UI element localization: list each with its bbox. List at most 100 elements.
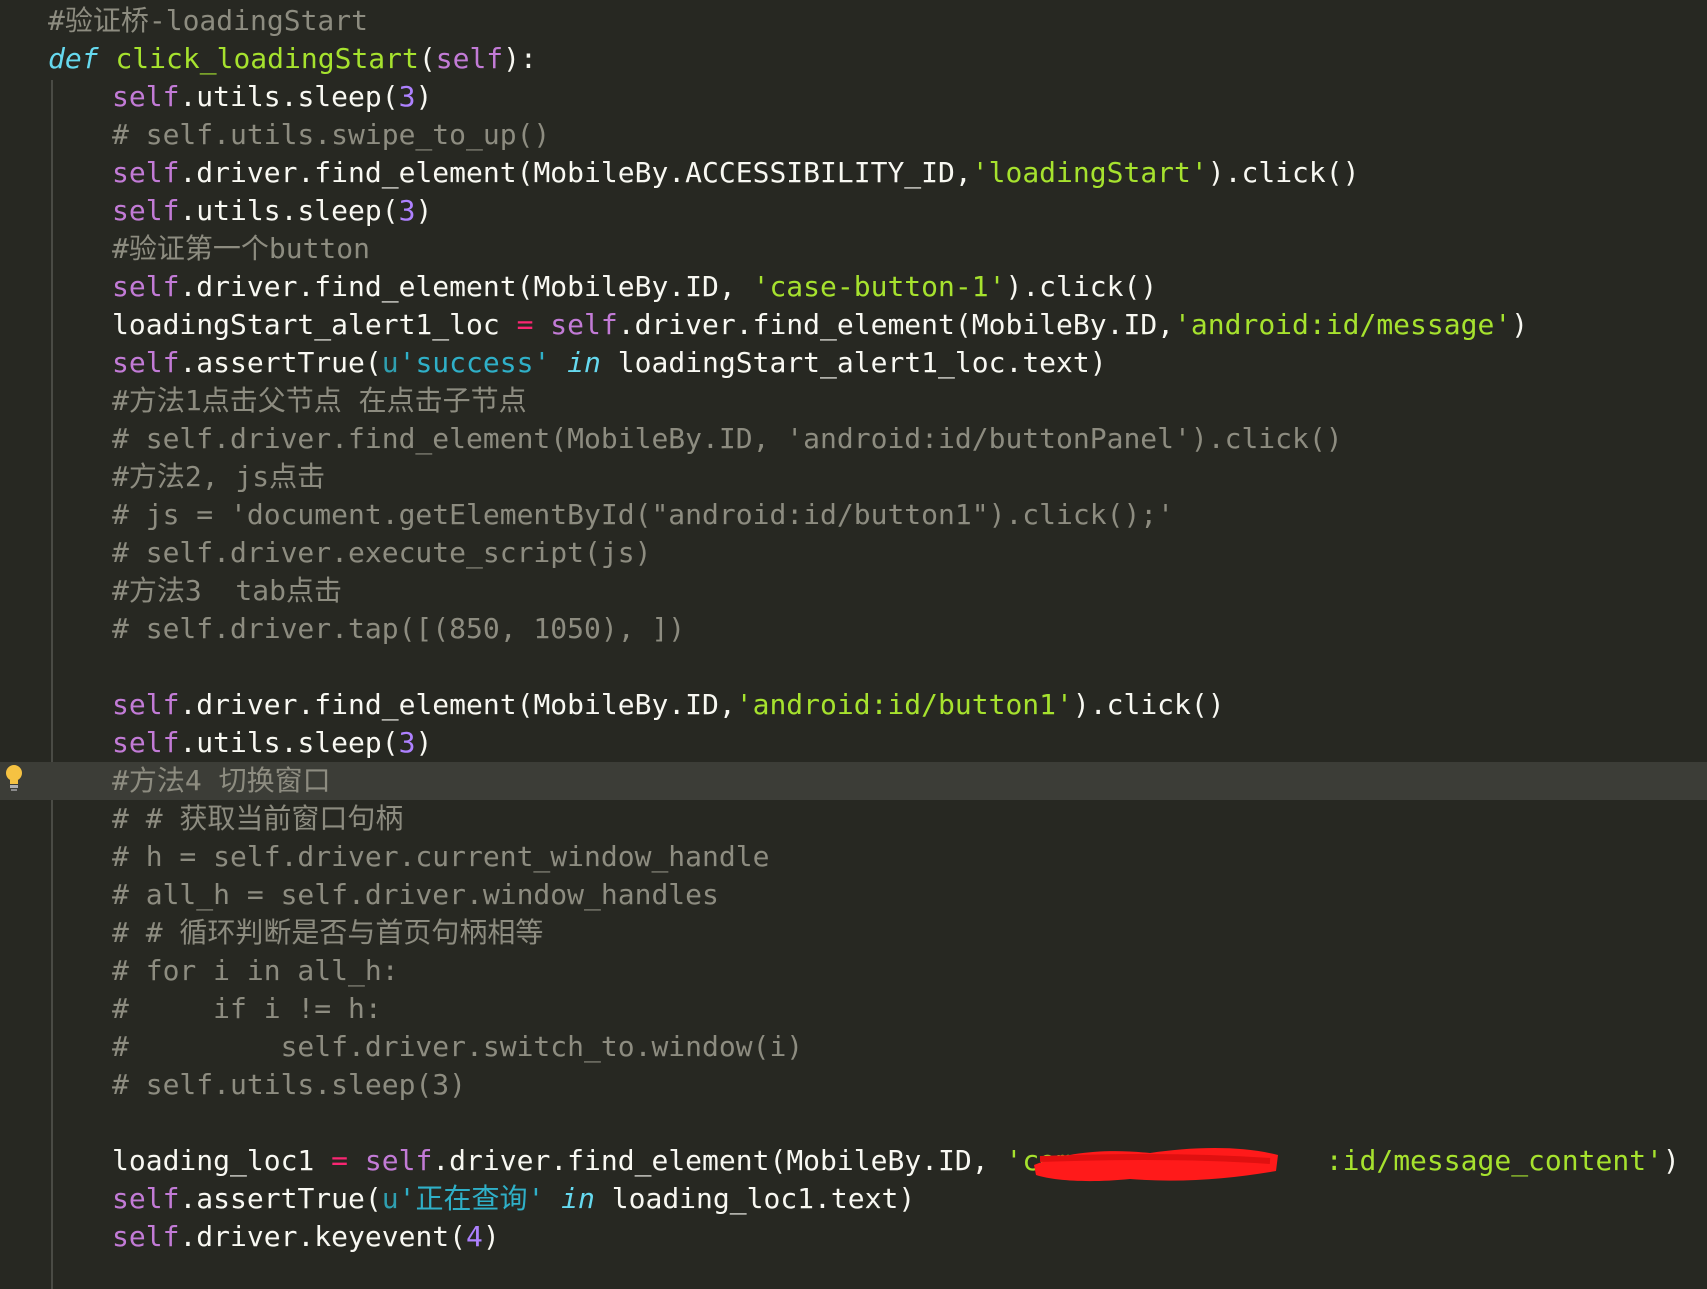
code-token: self bbox=[112, 80, 180, 113]
code-token: 3 bbox=[398, 80, 416, 113]
code-token: self bbox=[112, 270, 180, 303]
code-token: .utils.sleep( bbox=[179, 726, 399, 759]
code-line: # if i != h: bbox=[0, 990, 1707, 1028]
code-token: self bbox=[112, 726, 180, 759]
code-token: self bbox=[112, 1182, 180, 1215]
code-token: 3 bbox=[398, 194, 416, 227]
code-line: #方法2, js点击 bbox=[0, 458, 1707, 496]
code-editor[interactable]: #验证桥-loadingStart def click_loadingStart(… bbox=[0, 0, 1707, 1289]
code-token: ( bbox=[418, 42, 436, 75]
code-token: # self.driver.tap([(850, 1050), ]) bbox=[112, 612, 686, 645]
code-line: # # 循环判断是否与首页句柄相等 bbox=[0, 914, 1707, 952]
redaction-scribble bbox=[1034, 1148, 1278, 1182]
code-line: # for i in all_h: bbox=[0, 952, 1707, 990]
code-token: click_loadingStart bbox=[115, 42, 419, 75]
code-line: #验证第一个button bbox=[0, 230, 1707, 268]
code-line: # self.driver.find_element(MobileBy.ID, … bbox=[0, 420, 1707, 458]
code-token: ) bbox=[415, 726, 433, 759]
code-line: #方法4 切换窗口 bbox=[0, 762, 1707, 800]
code-token: 'case-button-1' bbox=[752, 270, 1006, 303]
code-line: self.assertTrue(u'正在查询' in loading_loc1.… bbox=[0, 1180, 1707, 1218]
code-token: .utils.sleep( bbox=[179, 194, 399, 227]
code-token: 'android:id/message' bbox=[1174, 308, 1512, 341]
code-token: ) bbox=[415, 80, 433, 113]
code-line: self.utils.sleep(3) bbox=[0, 78, 1707, 116]
code-token: self bbox=[550, 308, 618, 341]
code-line: self.driver.find_element(MobileBy.ID,'an… bbox=[0, 686, 1707, 724]
code-line: #方法3 tab点击 bbox=[0, 572, 1707, 610]
code-token: # self.driver.switch_to.window(i) bbox=[112, 1030, 804, 1063]
code-token: .driver.find_element(MobileBy.ID, bbox=[432, 1144, 1006, 1177]
code-line: self.utils.sleep(3) bbox=[0, 724, 1707, 762]
code-line: loadingStart_alert1_loc = self.driver.fi… bbox=[0, 306, 1707, 344]
code-token: = bbox=[516, 308, 534, 341]
code-line: # h = self.driver.current_window_handle bbox=[0, 838, 1707, 876]
lightbulb-icon[interactable] bbox=[4, 763, 24, 793]
code-line: # # 获取当前窗口句柄 bbox=[0, 800, 1707, 838]
code-token: 3 bbox=[398, 726, 416, 759]
code-line: # self.utils.sleep(3) bbox=[0, 1066, 1707, 1104]
code-token: # self.utils.sleep(3) bbox=[112, 1068, 467, 1101]
code-token: 4 bbox=[466, 1220, 483, 1253]
code-token: ).click() bbox=[1072, 688, 1225, 721]
code-token: .driver.find_element(MobileBy.ID, bbox=[179, 688, 736, 721]
code-token: loading_loc1.text) bbox=[594, 1182, 916, 1215]
code-token: #方法3 tab点击 bbox=[112, 574, 343, 607]
code-token: 'android:id/button1' bbox=[735, 688, 1073, 721]
code-token: #方法1点击父节点 在点击子节点 bbox=[112, 384, 527, 417]
code-token: self bbox=[112, 346, 180, 379]
code-token: = bbox=[331, 1144, 349, 1177]
code-token: # self.driver.execute_script(js) bbox=[112, 536, 652, 569]
code-token: .driver.find_element(MobileBy.ACCESSIBIL… bbox=[179, 156, 972, 189]
code-line: # all_h = self.driver.window_handles bbox=[0, 876, 1707, 914]
code-token: u bbox=[381, 1182, 399, 1215]
code-token: ).click() bbox=[1005, 270, 1158, 303]
code-token: ): bbox=[503, 42, 537, 75]
code-token: ) bbox=[1511, 308, 1529, 341]
code-token: #方法4 切换窗口 bbox=[112, 764, 331, 797]
code-line: #方法1点击父节点 在点击子节点 bbox=[0, 382, 1707, 420]
code-token: # h = self.driver.current_window_handle bbox=[112, 840, 770, 873]
code-line: # self.driver.tap([(850, 1050), ]) bbox=[0, 610, 1707, 648]
code-line: #验证桥-loadingStart bbox=[0, 2, 1707, 40]
code-line: # js = 'document.getElementById("android… bbox=[0, 496, 1707, 534]
code-token: ).click() bbox=[1207, 156, 1360, 189]
code-token: in bbox=[567, 346, 601, 379]
code-token: self bbox=[112, 1220, 180, 1253]
code-line: def click_loadingStart(self): bbox=[0, 40, 1707, 78]
code-token: loadingStart_alert1_loc.text) bbox=[600, 346, 1107, 379]
code-line: # self.driver.switch_to.window(i) bbox=[0, 1028, 1707, 1066]
code-token: self bbox=[435, 42, 504, 75]
code-token: # js = 'document.getElementById("android… bbox=[112, 498, 1175, 531]
code-token: u bbox=[381, 346, 399, 379]
code-token: .driver.keyevent( bbox=[179, 1220, 467, 1253]
code-token: 'success' bbox=[398, 346, 551, 379]
code-line: self.utils.sleep(3) bbox=[0, 192, 1707, 230]
code-token: '正在查询' bbox=[398, 1182, 545, 1215]
code-token: def bbox=[48, 42, 99, 75]
code-token: ) bbox=[1662, 1144, 1680, 1177]
code-token: .assertTrue( bbox=[179, 1182, 382, 1215]
code-token: self bbox=[112, 688, 180, 721]
code-token: # self.utils.swipe_to_up() bbox=[112, 118, 551, 151]
code-token: self bbox=[112, 156, 180, 189]
code-token: #验证桥-loadingStart bbox=[48, 4, 369, 37]
code-token: in bbox=[561, 1182, 595, 1215]
code-token: loading_loc1 bbox=[112, 1144, 332, 1177]
code-line: self.assertTrue(u'success' in loadingSta… bbox=[0, 344, 1707, 382]
code-token: .driver.find_element(MobileBy.ID, bbox=[179, 270, 753, 303]
code-token: ) bbox=[482, 1220, 500, 1253]
code-token: ) bbox=[415, 194, 433, 227]
code-token: # # 循环判断是否与首页句柄相等 bbox=[112, 916, 544, 949]
code-token: # for i in all_h: bbox=[112, 954, 399, 987]
code-token: self bbox=[364, 1144, 433, 1177]
code-token: # # 获取当前窗口句柄 bbox=[112, 802, 404, 835]
code-token: self bbox=[112, 194, 180, 227]
code-line: self.driver.find_element(MobileBy.ACCESS… bbox=[0, 154, 1707, 192]
